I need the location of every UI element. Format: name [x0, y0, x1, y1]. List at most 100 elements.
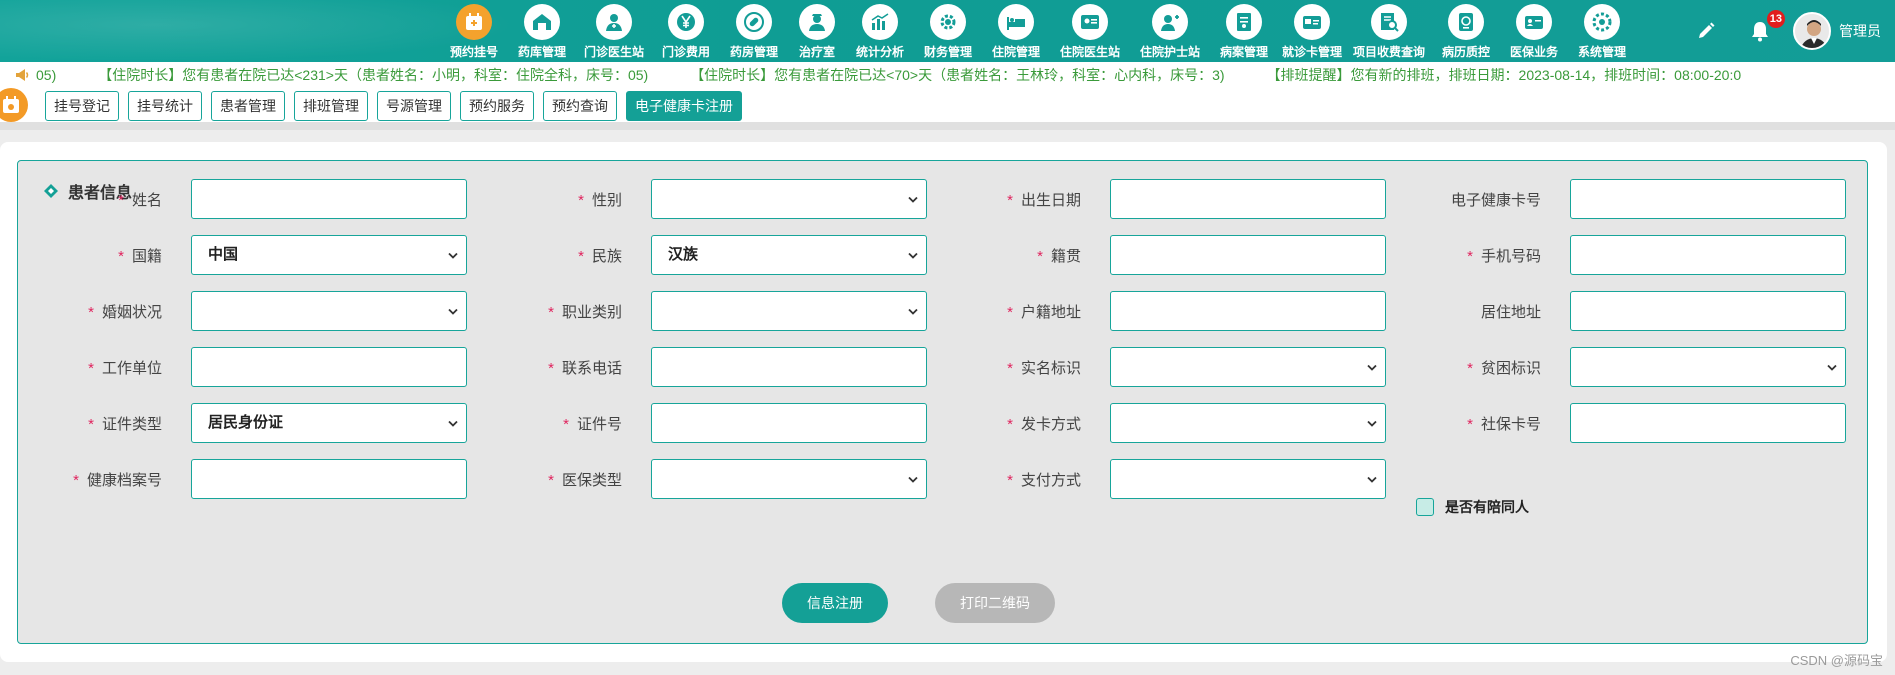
nav-item-6[interactable]: 治疗室 — [788, 0, 846, 62]
nav-item-5[interactable]: 药房管理 — [720, 0, 788, 62]
marquee-message: 【排班提醒】您有新的排班，排班日期：2023-08-14，排班时间：08:00-… — [1266, 67, 1742, 83]
nurse-icon — [799, 4, 835, 40]
field-input[interactable] — [1110, 291, 1386, 331]
nav-item-14[interactable]: 项目收费查询 — [1346, 0, 1432, 62]
chevron-down-icon — [1367, 364, 1377, 371]
field-input[interactable] — [191, 347, 467, 387]
nav-item-9[interactable]: 住院管理 — [982, 0, 1050, 62]
field-select[interactable]: 居民身份证 — [191, 403, 467, 443]
field-select[interactable] — [1110, 403, 1386, 443]
quality-control-icon — [1448, 4, 1484, 40]
required-mark: * — [1467, 416, 1473, 433]
field-label: * 实名标识 — [1007, 360, 1081, 377]
nav-item-label: 财务管理 — [923, 45, 972, 59]
tab-8[interactable]: 电子健康卡注册 — [626, 91, 742, 121]
field-input[interactable] — [1570, 179, 1846, 219]
nav-item-label: 门诊费用 — [661, 45, 710, 59]
tab-7[interactable]: 预约查询 — [543, 91, 617, 121]
chevron-down-icon — [908, 252, 918, 259]
tab-3[interactable]: 患者管理 — [211, 91, 285, 121]
medical-record-icon — [1226, 4, 1262, 40]
field-select[interactable] — [1570, 347, 1846, 387]
marquee-message: 05) — [36, 67, 57, 83]
user-avatar[interactable] — [1793, 12, 1831, 50]
required-mark: * — [1467, 248, 1473, 265]
required-mark: * — [548, 472, 554, 489]
nav-item-label: 项目收费查询 — [1352, 45, 1425, 59]
field-select[interactable] — [191, 291, 467, 331]
nav-item-1[interactable]: 预约挂号 — [440, 0, 508, 62]
nav-item-2[interactable]: 药库管理 — [508, 0, 576, 62]
nav-item-15[interactable]: 病历质控 — [1432, 0, 1500, 62]
required-mark: * — [578, 192, 584, 209]
nav-item-11[interactable]: 住院护士站 — [1130, 0, 1210, 62]
field-select[interactable] — [651, 459, 927, 499]
watermark: CSDN @源码宝 — [1790, 653, 1883, 668]
nav-item-10[interactable]: 住院医生站 — [1050, 0, 1130, 62]
tab-5[interactable]: 号源管理 — [377, 91, 451, 121]
field-label: * 联系电话 — [548, 360, 622, 377]
tab-2[interactable]: 挂号统计 — [128, 91, 202, 121]
required-mark: * — [88, 304, 94, 321]
field-input[interactable] — [191, 459, 467, 499]
companion-checkbox[interactable]: 是否有陪同人 — [1416, 497, 1529, 517]
field-input[interactable] — [1110, 179, 1386, 219]
chevron-down-icon — [1367, 476, 1377, 483]
tab-4[interactable]: 排班管理 — [294, 91, 368, 121]
inpatient-doctor-icon — [1072, 4, 1108, 40]
module-calendar-icon — [0, 88, 28, 122]
field-select[interactable] — [651, 179, 927, 219]
tab-1[interactable]: 挂号登记 — [45, 91, 119, 121]
edit-icon[interactable] — [1693, 18, 1719, 44]
finance-gear-icon — [930, 4, 966, 40]
field-input[interactable] — [1570, 403, 1846, 443]
megaphone-icon — [16, 69, 29, 81]
nav-item-label: 治疗室 — [798, 45, 835, 59]
nav-item-17[interactable]: 系统管理 — [1568, 0, 1636, 62]
field-label: * 国籍 — [118, 248, 162, 265]
hospital-bed-icon — [998, 4, 1034, 40]
nav-item-label: 住院护士站 — [1139, 45, 1200, 59]
field-input[interactable] — [651, 347, 927, 387]
field-label: * 社保卡号 — [1467, 416, 1541, 433]
nav-item-13[interactable]: 就诊卡管理 — [1278, 0, 1346, 62]
field-input[interactable] — [191, 179, 467, 219]
tab-6[interactable]: 预约服务 — [460, 91, 534, 121]
notification-badge: 13 — [1766, 10, 1785, 28]
field-label: * 证件类型 — [88, 416, 162, 433]
field-select[interactable] — [1110, 459, 1386, 499]
nav-item-8[interactable]: 财务管理 — [914, 0, 982, 62]
nav-item-7[interactable]: 统计分析 — [846, 0, 914, 62]
chevron-down-icon — [448, 308, 458, 315]
nav-item-label: 医保业务 — [1509, 45, 1558, 59]
field-input[interactable] — [651, 403, 927, 443]
field-label: * 工作单位 — [88, 360, 162, 377]
field-select[interactable] — [1110, 347, 1386, 387]
field-label: * 姓名 — [118, 192, 162, 209]
tabs: 挂号登记 挂号统计 患者管理 排班管理 号源管理 预约服务 预约查询 电子健康卡注册 — [45, 91, 751, 121]
field-select[interactable] — [651, 291, 927, 331]
checkbox-box[interactable] — [1416, 498, 1434, 516]
nav-item-4[interactable]: 门诊费用 — [652, 0, 720, 62]
field-label: * 发卡方式 — [1007, 416, 1081, 433]
chevron-down-icon — [908, 476, 918, 483]
field-select[interactable]: 汉族 — [651, 235, 927, 275]
field-label: 居住地址 — [1480, 304, 1541, 321]
field-input[interactable] — [1110, 235, 1386, 275]
nav-item-3[interactable]: 门诊医生站 — [576, 0, 652, 62]
field-label: * 健康档案号 — [73, 472, 162, 489]
field-input[interactable] — [1570, 235, 1846, 275]
notification-bell-icon[interactable]: 13 — [1747, 10, 1785, 44]
nav-item-16[interactable]: 医保业务 — [1500, 0, 1568, 62]
required-mark: * — [578, 248, 584, 265]
field-input[interactable] — [1570, 291, 1846, 331]
register-info-button[interactable]: 信息注册 — [782, 583, 888, 623]
doctor-icon — [596, 4, 632, 40]
nav-item-12[interactable]: 病案管理 — [1210, 0, 1278, 62]
field-label: * 医保类型 — [548, 472, 622, 489]
insurance-icon — [1516, 4, 1552, 40]
print-qrcode-button[interactable]: 打印二维码 — [935, 583, 1055, 623]
field-select[interactable]: 中国 — [191, 235, 467, 275]
card-icon — [1294, 4, 1330, 40]
username[interactable]: 管理员 — [1839, 21, 1881, 41]
